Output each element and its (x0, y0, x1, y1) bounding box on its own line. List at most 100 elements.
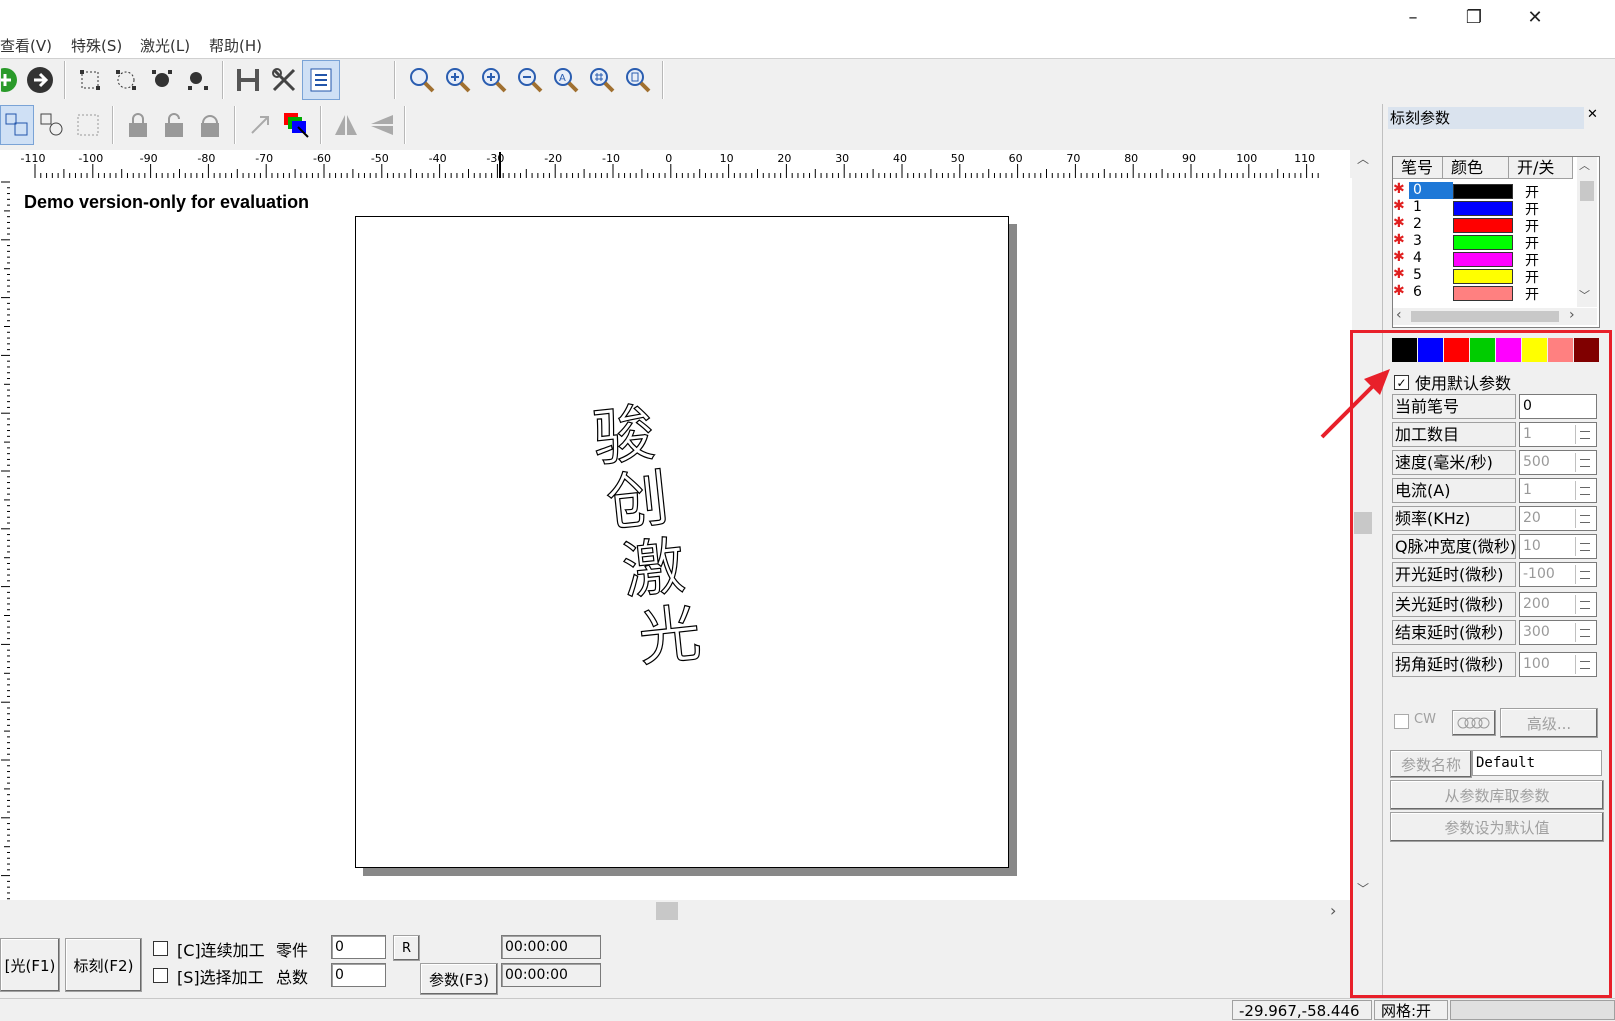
minimize-button[interactable]: – (1383, 0, 1443, 34)
menu-laser[interactable]: 激光(L) (140, 34, 190, 58)
pen-scroll-left-icon[interactable]: ‹ (1396, 307, 1402, 323)
param-name-field[interactable]: Default (1472, 750, 1602, 776)
align-icon[interactable] (70, 106, 106, 144)
zoom-page-icon[interactable] (620, 61, 656, 99)
spinner-icon[interactable] (1575, 565, 1594, 584)
param-value-q-pulse[interactable]: 10 (1519, 534, 1597, 559)
zoom-grid-icon[interactable] (584, 61, 620, 99)
mirror-vertical-icon[interactable] (364, 106, 400, 144)
palette-swatch-maroon[interactable] (1574, 338, 1599, 362)
pen-list-hscrollbar[interactable]: ‹ › (1393, 307, 1597, 325)
zoom-out-icon[interactable] (512, 61, 548, 99)
pen-list-scrollbar[interactable]: ︿ ﹀ (1577, 157, 1597, 307)
vertical-scroll-thumb[interactable] (1354, 512, 1372, 534)
pen-col-header[interactable]: 笔号 (1393, 157, 1443, 179)
palette-swatch-blue[interactable] (1418, 338, 1443, 362)
palette-swatch-pink[interactable] (1548, 338, 1573, 362)
move-icon[interactable] (242, 106, 278, 144)
pen-scroll-right-icon[interactable]: › (1569, 307, 1575, 323)
advanced-button[interactable]: 高级... (1500, 708, 1598, 738)
menu-view[interactable]: 查看(V) (0, 34, 52, 58)
param-value-pen[interactable]: 0 (1519, 394, 1597, 419)
pen-row[interactable]: ✱ 1 开 (1393, 198, 1575, 218)
palette-swatch-magenta[interactable] (1496, 338, 1521, 362)
palette-swatch-black[interactable] (1392, 338, 1417, 362)
color-pen-icon[interactable] (278, 106, 314, 144)
pen-row[interactable]: ✱ 2 开 (1393, 215, 1575, 235)
set-as-default-button[interactable]: 参数设为默认值 (1390, 812, 1604, 842)
param-value-end-delay[interactable]: 300 (1519, 620, 1597, 645)
pen-scroll-down-icon[interactable]: ﹀ (1579, 287, 1590, 303)
pen-row[interactable]: ✱ 5 开 (1393, 266, 1575, 286)
ungroup-icon[interactable] (34, 106, 70, 144)
menu-special[interactable]: 特殊(S) (71, 34, 122, 58)
node-select-icon[interactable] (72, 61, 108, 99)
pen-row[interactable]: ✱ 0 开 (1393, 181, 1575, 201)
node-edit-icon[interactable] (108, 61, 144, 99)
restore-button[interactable]: ❐ (1444, 0, 1504, 34)
group-icon[interactable] (0, 105, 34, 145)
param-value-count[interactable]: 1 (1519, 422, 1597, 447)
spinner-icon[interactable] (1575, 537, 1594, 556)
unlock-icon[interactable] (156, 106, 192, 144)
panel-close-icon[interactable]: ✕ (1587, 107, 1598, 122)
close-window-button[interactable]: ✕ (1505, 0, 1565, 34)
red-light-button[interactable]: [光(F1) (0, 938, 60, 992)
pen-row[interactable]: ✱ 6 开 (1393, 283, 1575, 303)
cw-checkbox[interactable] (1394, 714, 1409, 729)
param-value-current[interactable]: 1 (1519, 478, 1597, 503)
spinner-icon[interactable] (1575, 481, 1594, 500)
scroll-up-icon[interactable]: ︿ (1354, 150, 1372, 168)
params-button[interactable]: 参数(F3) (420, 963, 498, 995)
param-value-on-delay[interactable]: -100 (1519, 562, 1597, 587)
horizontal-scrollbar[interactable]: › (0, 900, 1352, 922)
spinner-icon[interactable] (1575, 425, 1594, 444)
pen-row[interactable]: ✱ 4 开 (1393, 249, 1575, 269)
menu-help[interactable]: 帮助(H) (209, 34, 262, 58)
total-input[interactable]: 0 (331, 963, 386, 987)
param-name-button[interactable]: 参数名称 (1390, 750, 1472, 778)
hatch-icon[interactable] (230, 61, 266, 99)
forward-icon[interactable] (22, 61, 58, 99)
spinner-icon[interactable] (1575, 623, 1594, 642)
palette-swatch-red[interactable] (1444, 338, 1469, 362)
mirror-horizontal-icon[interactable] (328, 106, 364, 144)
spinner-icon[interactable] (1575, 509, 1594, 528)
color-col-header[interactable]: 颜色 (1443, 157, 1509, 179)
pen-scroll-thumb[interactable] (1580, 181, 1594, 201)
zoom-icon[interactable] (404, 61, 440, 99)
horizontal-scroll-thumb[interactable] (656, 902, 678, 920)
vertical-scrollbar[interactable]: ︿ ﹀ (1352, 150, 1374, 900)
pen-scroll-up-icon[interactable]: ︿ (1579, 157, 1590, 173)
param-value-speed[interactable]: 500 (1519, 450, 1597, 475)
palette-swatch-yellow[interactable] (1522, 338, 1547, 362)
reset-button[interactable]: R (393, 935, 420, 961)
scroll-right-icon[interactable]: › (1330, 900, 1348, 922)
node-add-icon[interactable] (144, 61, 180, 99)
add-icon[interactable] (0, 61, 22, 99)
spinner-icon[interactable] (1575, 655, 1594, 674)
wobble-button[interactable] (1452, 710, 1496, 736)
node-delete-icon[interactable] (180, 61, 216, 99)
pen-row[interactable]: ✱ 3 开 (1393, 232, 1575, 252)
lock-all-icon[interactable] (192, 106, 228, 144)
zoom-all-icon[interactable]: A (548, 61, 584, 99)
scroll-down-icon[interactable]: ﹀ (1354, 880, 1372, 898)
onoff-col-header[interactable]: 开/关 (1509, 157, 1573, 179)
load-from-library-button[interactable]: 从参数库取参数 (1390, 780, 1604, 810)
object-list-icon[interactable] (302, 60, 340, 100)
param-value-frequency[interactable]: 20 (1519, 506, 1597, 531)
palette-swatch-green[interactable] (1470, 338, 1495, 362)
spinner-icon[interactable] (1575, 595, 1594, 614)
canvas-char-4[interactable]: 光 (633, 582, 705, 678)
lock-icon[interactable] (120, 106, 156, 144)
zoom-in-icon[interactable] (440, 61, 476, 99)
parts-input[interactable]: 0 (331, 935, 386, 959)
select-process-checkbox[interactable] (153, 968, 168, 983)
zoom-in-2-icon[interactable] (476, 61, 512, 99)
tools-icon[interactable] (266, 61, 302, 99)
mark-button[interactable]: 标刻(F2) (65, 938, 142, 992)
param-value-off-delay[interactable]: 200 (1519, 592, 1597, 617)
spinner-icon[interactable] (1575, 453, 1594, 472)
param-value-corner-delay[interactable]: 100 (1519, 652, 1597, 677)
